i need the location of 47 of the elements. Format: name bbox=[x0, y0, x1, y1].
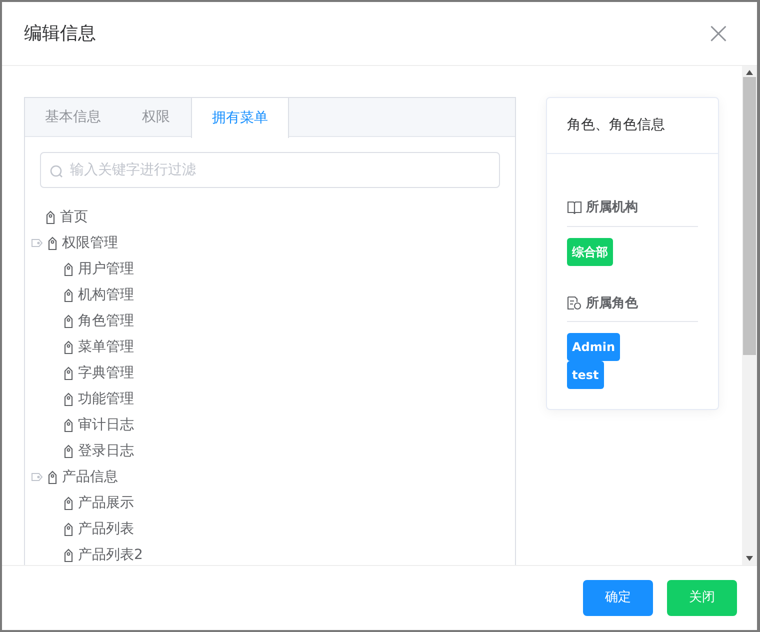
scroll-up-icon[interactable] bbox=[746, 70, 753, 75]
tag-icon bbox=[63, 314, 74, 328]
tag-icon bbox=[63, 444, 74, 458]
collapse-icon[interactable] bbox=[31, 472, 43, 482]
book-icon bbox=[567, 201, 582, 214]
tree-item[interactable]: 产品列表2 bbox=[78, 544, 143, 565]
tag-icon bbox=[63, 340, 74, 354]
scrollbar[interactable] bbox=[742, 66, 757, 565]
tree-item[interactable]: 字典管理 bbox=[78, 362, 134, 384]
tree-item[interactable]: 审计日志 bbox=[78, 414, 134, 436]
tree-item[interactable]: 产品信息 bbox=[62, 466, 118, 488]
tag-icon bbox=[45, 210, 56, 224]
tag-icon bbox=[47, 470, 58, 484]
scroll-down-icon[interactable] bbox=[746, 556, 753, 561]
tree-item[interactable]: 机构管理 bbox=[78, 284, 134, 306]
tag: test bbox=[567, 361, 604, 389]
tree-item[interactable]: 菜单管理 bbox=[78, 336, 134, 358]
dialog-title: 编辑信息 bbox=[24, 22, 96, 46]
tree-item[interactable]: 产品展示 bbox=[78, 492, 134, 514]
filter-field[interactable]: 输入关键字进行过滤 bbox=[40, 152, 500, 188]
tag-icon bbox=[63, 366, 74, 380]
tag-icon bbox=[63, 262, 74, 276]
tree-item[interactable]: 首页 bbox=[60, 206, 88, 228]
tag-icon bbox=[63, 418, 74, 432]
section-heading: 所属机构 bbox=[586, 199, 638, 217]
tag: Admin bbox=[567, 333, 620, 361]
tab[interactable]: 拥有菜单 bbox=[191, 98, 289, 138]
tree-item[interactable]: 登录日志 bbox=[78, 440, 134, 462]
tag-icon bbox=[63, 496, 74, 510]
tree-item[interactable]: 产品列表 bbox=[78, 518, 134, 540]
tag: 综合部 bbox=[567, 238, 613, 266]
dialog-button[interactable]: 确定 bbox=[583, 580, 653, 616]
section-heading: 所属角色 bbox=[586, 294, 638, 312]
tree-item[interactable]: 用户管理 bbox=[78, 258, 134, 280]
tag-icon bbox=[63, 392, 74, 406]
tree-item[interactable]: 权限管理 bbox=[62, 232, 118, 254]
tag-icon bbox=[63, 288, 74, 302]
tree-item[interactable]: 功能管理 bbox=[78, 388, 134, 410]
scroll-thumb[interactable] bbox=[743, 77, 756, 355]
tag-icon bbox=[63, 548, 74, 562]
tag-icon bbox=[63, 522, 74, 536]
tree-item[interactable]: 角色管理 bbox=[78, 310, 134, 332]
document-icon bbox=[567, 296, 582, 310]
tag-icon bbox=[47, 236, 58, 250]
card-title: 角色、角色信息 bbox=[547, 98, 718, 154]
collapse-icon[interactable] bbox=[31, 238, 43, 248]
close-button[interactable]: × bbox=[702, 18, 735, 48]
